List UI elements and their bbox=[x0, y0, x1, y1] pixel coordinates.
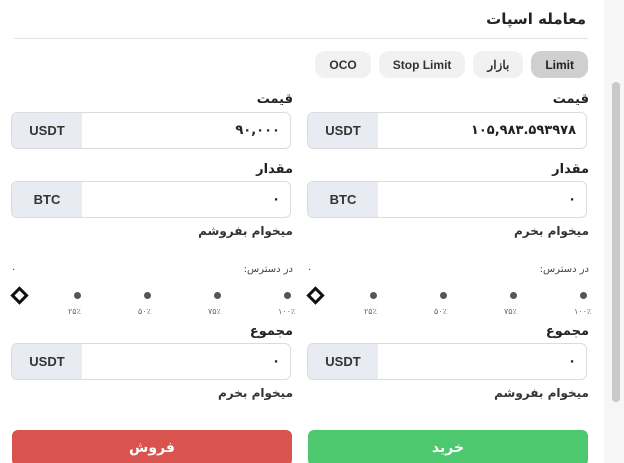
buy-tick-label-75: ۷۵٪ bbox=[504, 307, 517, 316]
buy-slider-tick-75[interactable] bbox=[510, 292, 517, 299]
buy-tick-label-25: ۲۵٪ bbox=[364, 307, 377, 316]
panel-title: معامله اسپات bbox=[486, 10, 586, 28]
buy-price-field[interactable]: USDT ۱۰۵,۹۸۳.۵۹۳۹۷۸ bbox=[307, 112, 587, 149]
buy-amount-slider[interactable] bbox=[306, 286, 589, 306]
buy-total-unit: USDT bbox=[308, 344, 378, 379]
sell-amount-label: مقدار bbox=[256, 162, 293, 177]
sell-slider-tick-100[interactable] bbox=[284, 292, 291, 299]
sell-tick-label-100: ۱۰۰٪ bbox=[278, 307, 296, 316]
sell-price-unit: USDT bbox=[12, 113, 82, 148]
buy-amount-label: مقدار bbox=[552, 162, 589, 177]
buy-button[interactable]: خرید bbox=[308, 430, 588, 463]
tab-oco[interactable]: OCO bbox=[315, 51, 371, 78]
order-type-tabs: Limit بازار Stop Limit OCO bbox=[315, 51, 588, 78]
sell-total-field[interactable]: USDT ۰ bbox=[11, 343, 291, 380]
sell-amount-field[interactable]: BTC ۰ bbox=[11, 181, 291, 218]
sell-amount-hint: میخوام بفروشم bbox=[198, 224, 293, 238]
tab-market[interactable]: بازار bbox=[473, 51, 524, 78]
sell-price-label: قیمت bbox=[256, 92, 293, 107]
buy-amount-hint: میخوام بخرم bbox=[514, 224, 589, 238]
buy-available-value: ۰ bbox=[307, 264, 313, 275]
buy-total-hint: میخوام بفروشم bbox=[494, 386, 589, 400]
buy-total-label: مجموع bbox=[545, 324, 589, 339]
buy-available-label: در دسترس: bbox=[539, 264, 589, 275]
sell-available-value: ۰ bbox=[11, 264, 17, 275]
sell-tick-label-75: ۷۵٪ bbox=[208, 307, 221, 316]
sell-available-label: در دسترس: bbox=[243, 264, 293, 275]
sell-tick-label-50: ۵۰٪ bbox=[138, 307, 151, 316]
sell-amount-input[interactable]: ۰ bbox=[82, 182, 290, 217]
sell-slider-tick-50[interactable] bbox=[144, 292, 151, 299]
buy-total-input[interactable]: ۰ bbox=[378, 344, 586, 379]
buy-price-input[interactable]: ۱۰۵,۹۸۳.۵۹۳۹۷۸ bbox=[378, 113, 586, 148]
buy-slider-tick-100[interactable] bbox=[580, 292, 587, 299]
buy-slider-handle[interactable] bbox=[306, 286, 325, 305]
sell-slider-tick-25[interactable] bbox=[74, 292, 81, 299]
sell-slider-handle[interactable] bbox=[10, 286, 29, 305]
sell-button[interactable]: فروش bbox=[12, 430, 292, 463]
title-divider bbox=[14, 38, 588, 39]
tab-stop-limit[interactable]: Stop Limit bbox=[378, 51, 466, 78]
buy-amount-field[interactable]: BTC ۰ bbox=[307, 181, 587, 218]
sell-amount-slider[interactable] bbox=[10, 286, 293, 306]
sell-tick-label-25: ۲۵٪ bbox=[68, 307, 81, 316]
buy-price-unit: USDT bbox=[308, 113, 378, 148]
sell-total-label: مجموع bbox=[249, 324, 293, 339]
buy-tick-label-50: ۵۰٪ bbox=[434, 307, 447, 316]
tab-limit[interactable]: Limit bbox=[531, 51, 588, 78]
buy-slider-tick-25[interactable] bbox=[370, 292, 377, 299]
sell-slider-tick-75[interactable] bbox=[214, 292, 221, 299]
buy-amount-input[interactable]: ۰ bbox=[378, 182, 586, 217]
sell-price-field[interactable]: USDT ۹۰,۰۰۰ bbox=[11, 112, 291, 149]
buy-price-label: قیمت bbox=[552, 92, 589, 107]
buy-total-field[interactable]: USDT ۰ bbox=[307, 343, 587, 380]
sell-total-unit: USDT bbox=[12, 344, 82, 379]
buy-amount-unit: BTC bbox=[308, 182, 378, 217]
sell-total-hint: میخوام بخرم bbox=[218, 386, 293, 400]
buy-slider-tick-50[interactable] bbox=[440, 292, 447, 299]
spot-trade-panel: معامله اسپات Limit بازار Stop Limit OCO … bbox=[0, 0, 602, 463]
sell-amount-unit: BTC bbox=[12, 182, 82, 217]
sell-total-input[interactable]: ۰ bbox=[82, 344, 290, 379]
scrollbar-thumb[interactable] bbox=[612, 82, 620, 402]
buy-tick-label-100: ۱۰۰٪ bbox=[574, 307, 592, 316]
sell-price-input[interactable]: ۹۰,۰۰۰ bbox=[82, 113, 290, 148]
